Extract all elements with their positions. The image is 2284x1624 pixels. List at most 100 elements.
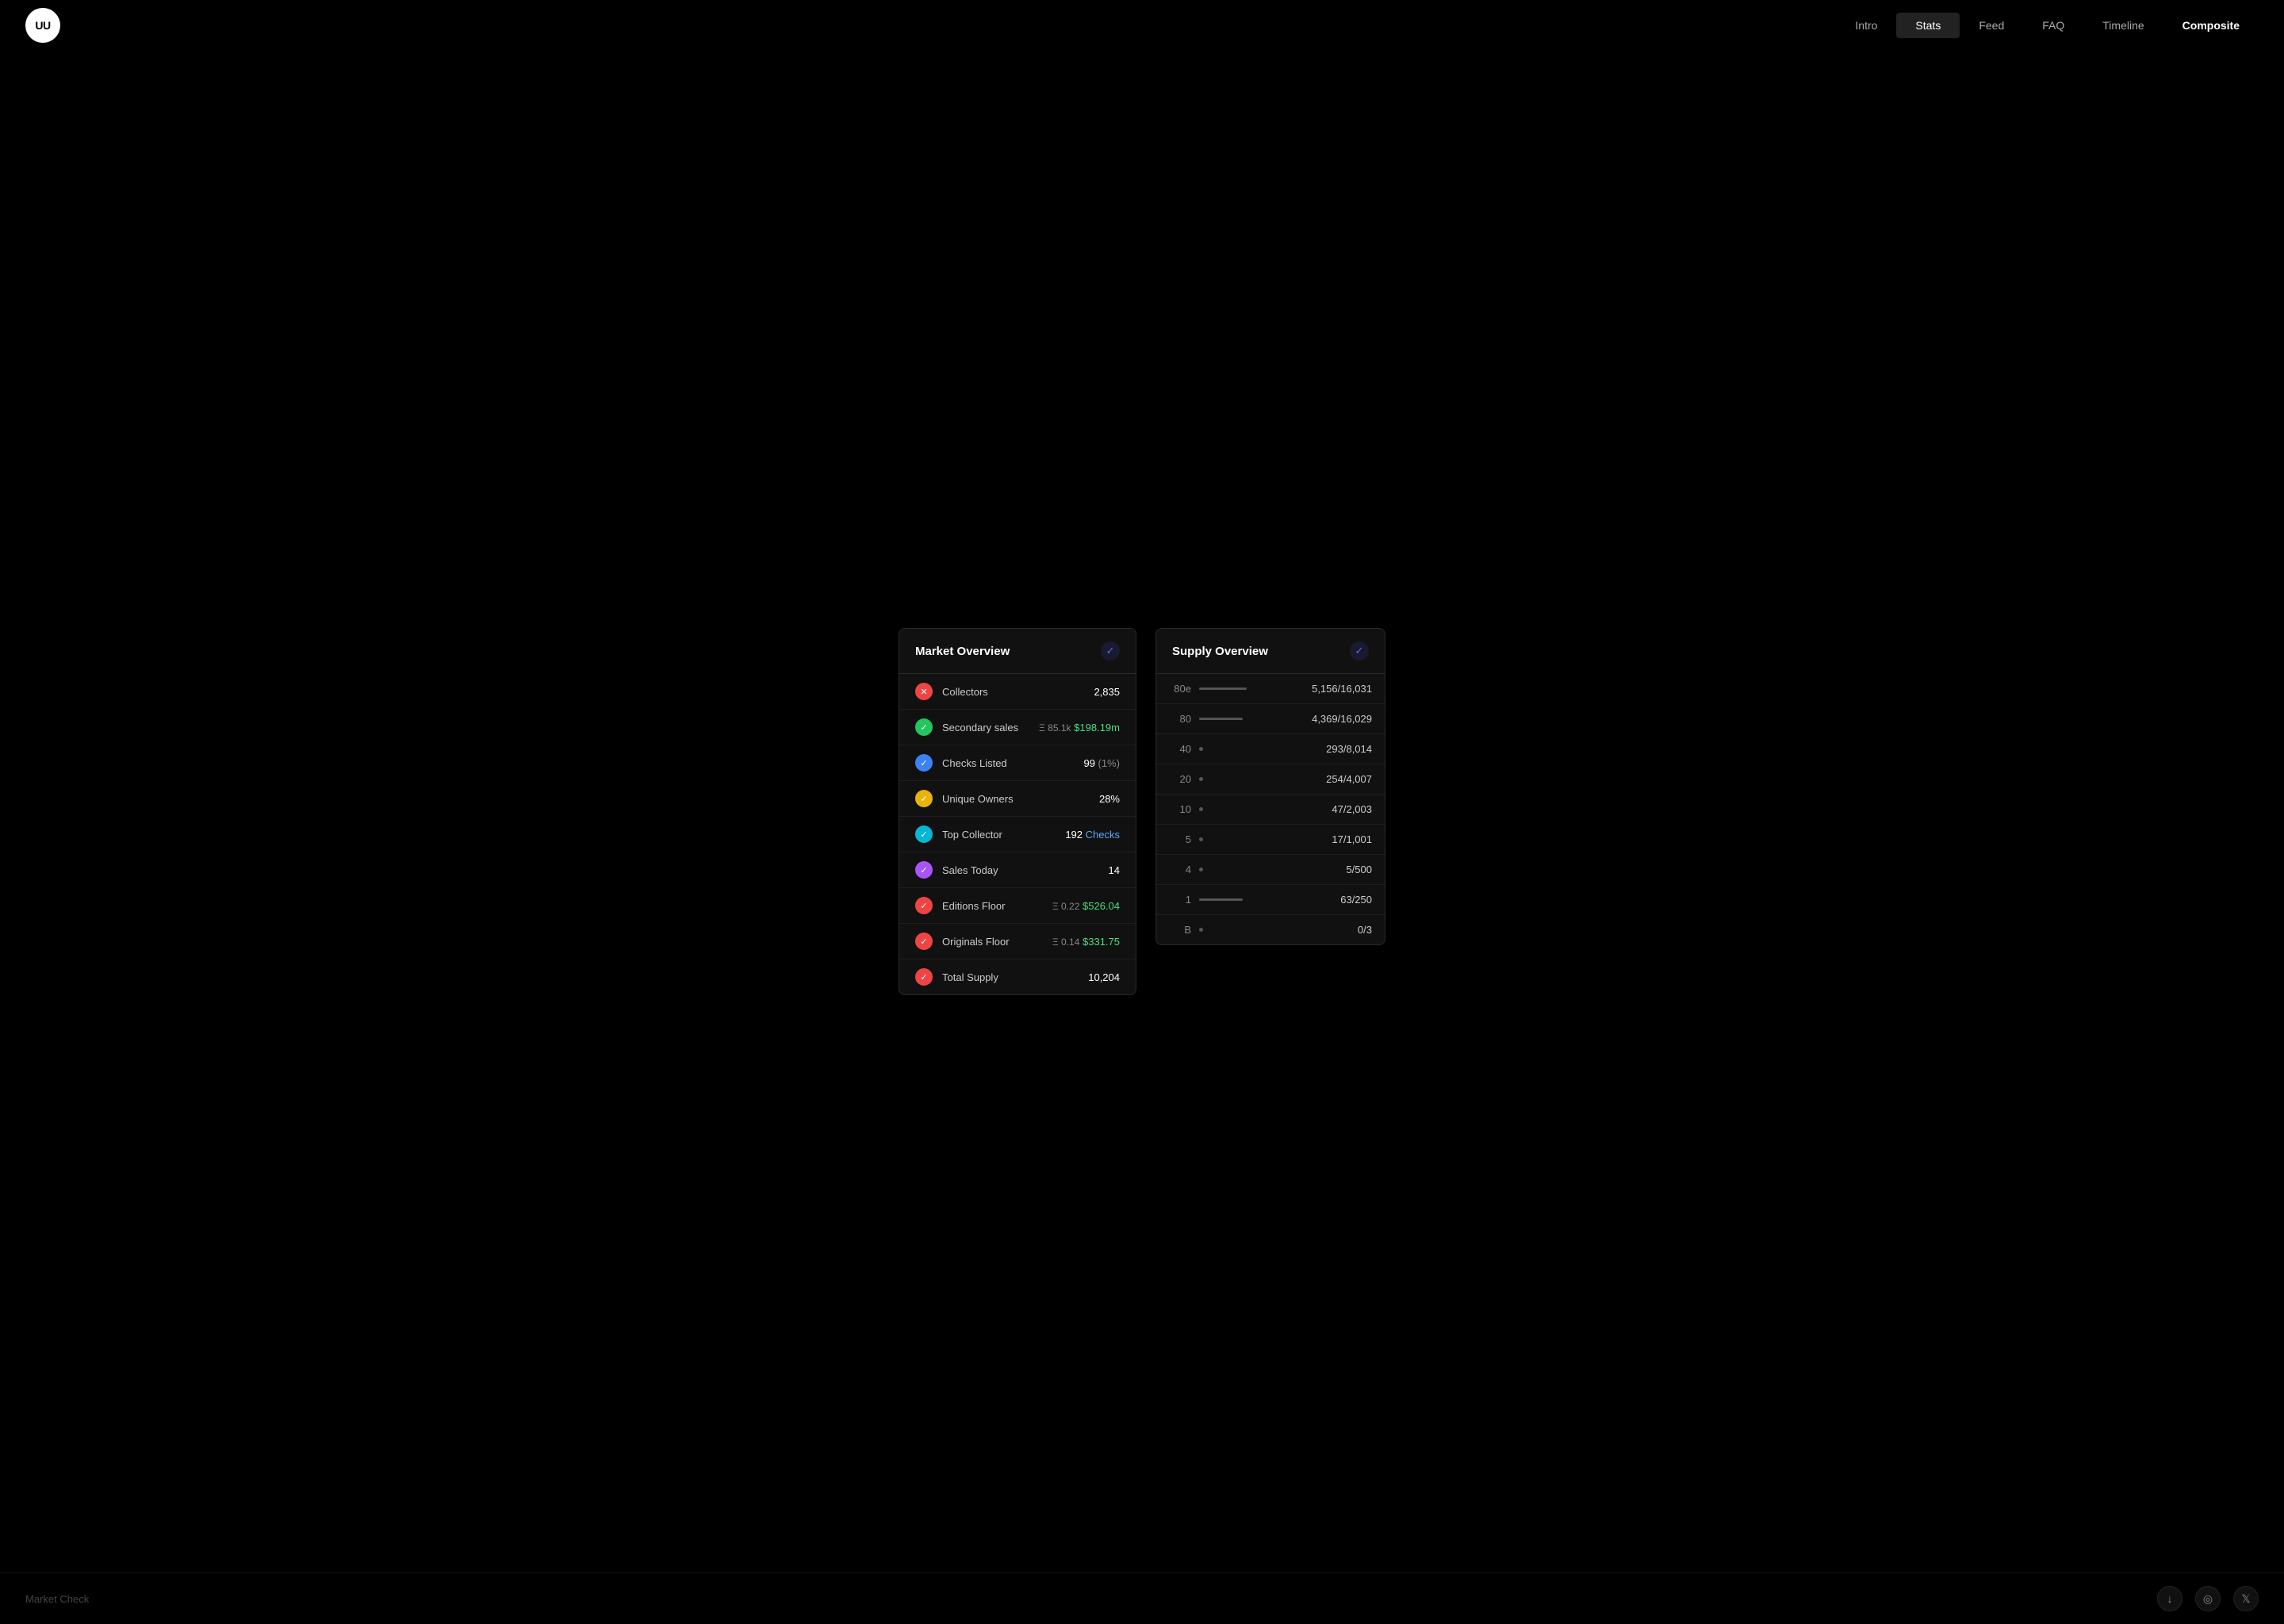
supply-edition-6: 4 [1169,864,1191,875]
market-row-label-2: Checks Listed [942,757,1074,769]
supply-bar-wrapper-6 [1199,868,1293,871]
nav-link-intro[interactable]: Intro [1836,13,1896,38]
supply-bar-wrapper-8 [1199,928,1293,932]
main-content: Market Overview ✓ ✕Collectors2,835 ✓ Secon… [0,51,2284,1572]
opensea-icon[interactable]: ◎ [2195,1586,2221,1611]
market-row-value-4: 192 Checks [1065,829,1120,841]
supply-dot-6 [1199,868,1203,871]
twitter-icon[interactable]: 𝕏 [2233,1586,2259,1611]
market-row-label-6: Editions Floor [942,900,1043,912]
market-verified-badge: ✓ [1101,642,1120,661]
footer-icons: ↓ ◎ 𝕏 [2157,1586,2259,1611]
market-row-label-1: Secondary sales [942,722,1029,733]
market-row-value-2: 99 (1%) [1083,757,1120,769]
supply-dot-3 [1199,777,1203,781]
supply-edition-8: B [1169,924,1191,936]
supply-row-8: B 0/3 [1156,915,1385,944]
market-overview-header: Market Overview ✓ [899,629,1136,674]
supply-verified-badge: ✓ [1350,642,1369,661]
supply-edition-2: 40 [1169,743,1191,755]
market-row-icon-4: ✓ [915,825,933,843]
supply-row-1: 804,369/16,029 [1156,704,1385,734]
market-row-icon-5: ✓ [915,861,933,879]
market-row-7: ✓ Originals Floor Ξ 0.14 $331.75 [899,924,1136,959]
supply-row-7: 1 63/250 [1156,885,1385,915]
supply-dot-2 [1199,747,1203,751]
nav-link-composite[interactable]: Composite [2163,13,2259,38]
supply-dot-4 [1199,807,1203,811]
supply-value-3: 254/4,007 [1301,773,1372,785]
supply-value-0: 5,156/16,031 [1301,683,1372,695]
supply-row-2: 40 293/8,014 [1156,734,1385,764]
market-row-value-3: 28% [1099,793,1120,805]
supply-overview-header: Supply Overview ✓ [1156,629,1385,674]
supply-value-4: 47/2,003 [1301,803,1372,815]
supply-overview-card: Supply Overview ✓ 80e 5,156/16,031 804,369… [1155,628,1385,945]
market-overview-title: Market Overview [915,645,1010,658]
market-verified-icon: ✓ [1106,645,1115,657]
supply-row-4: 10 47/2,003 [1156,795,1385,825]
market-row-value-8: 10,204 [1088,971,1120,983]
market-row-value-6: Ξ 0.22 $526.04 [1052,900,1120,912]
market-row-label-3: Unique Owners [942,793,1090,805]
supply-value-8: 0/3 [1301,924,1372,936]
market-row-label-7: Originals Floor [942,936,1043,948]
market-row-value-7: Ξ 0.14 $331.75 [1052,936,1120,948]
market-row-6: ✓ Editions Floor Ξ 0.22 $526.04 [899,888,1136,924]
supply-verified-icon: ✓ [1355,645,1364,657]
nav-link-stats[interactable]: Stats [1896,13,1960,38]
supply-bar-wrapper-2 [1199,747,1293,751]
market-rows: ✕Collectors2,835✓Secondary salesΞ 85.1k … [899,674,1136,994]
supply-bar-7 [1199,898,1243,901]
market-overview-card: Market Overview ✓ ✕Collectors2,835 ✓ Secon… [899,628,1136,995]
supply-row-0: 80e 5,156/16,031 [1156,674,1385,704]
supply-overview-title: Supply Overview [1172,645,1268,658]
footer: Market Check ↓ ◎ 𝕏 [0,1572,2284,1624]
supply-row-3: 20 254/4,007 [1156,764,1385,795]
supply-bar-1 [1199,718,1243,720]
market-row-label-5: Sales Today [942,864,1099,876]
logo[interactable]: UU [25,8,60,43]
supply-edition-5: 5 [1169,833,1191,845]
supply-bar-wrapper-0 [1199,688,1293,690]
cards-wrapper: Market Overview ✓ ✕Collectors2,835 ✓ Secon… [899,628,1385,995]
supply-bar-wrapper-7 [1199,898,1293,901]
supply-value-6: 5/500 [1301,864,1372,875]
market-row-3: ✓ Unique Owners 28% [899,781,1136,817]
download-icon[interactable]: ↓ [2157,1586,2182,1611]
supply-dot-5 [1199,837,1203,841]
supply-bar-wrapper-3 [1199,777,1293,781]
market-row-icon-7: ✓ [915,933,933,950]
supply-edition-3: 20 [1169,773,1191,785]
market-row-icon-1: ✓ [915,718,933,736]
supply-edition-7: 1 [1169,894,1191,906]
market-row-value-0: 2,835 [1094,686,1120,698]
market-row-label-8: Total Supply [942,971,1079,983]
supply-bar-wrapper-4 [1199,807,1293,811]
supply-row-5: 5 17/1,001 [1156,825,1385,855]
nav-links: IntroStatsFeedFAQTimelineComposite [1836,13,2259,38]
market-row-value-5: 14 [1109,864,1120,876]
market-row-icon-2: ✓ [915,754,933,772]
market-row-icon-8: ✓ [915,968,933,986]
market-row-icon-6: ✓ [915,897,933,914]
market-row-1: ✓Secondary salesΞ 85.1k $198.19m [899,710,1136,745]
navigation: UU IntroStatsFeedFAQTimelineComposite [0,0,2284,51]
supply-bar-0 [1199,688,1247,690]
supply-value-2: 293/8,014 [1301,743,1372,755]
market-row-icon-0: ✕ [915,683,933,700]
supply-edition-0: 80e [1169,683,1191,695]
supply-edition-4: 10 [1169,803,1191,815]
nav-link-feed[interactable]: Feed [1960,13,2023,38]
supply-value-1: 4,369/16,029 [1301,713,1372,725]
nav-link-faq[interactable]: FAQ [2023,13,2083,38]
market-row-8: ✓ Total Supply 10,204 [899,959,1136,994]
market-row-0: ✕Collectors2,835 [899,674,1136,710]
nav-link-timeline[interactable]: Timeline [2083,13,2163,38]
footer-brand: Market Check [25,1593,89,1605]
supply-rows: 80e 5,156/16,031 804,369/16,029 40 293/8,014… [1156,674,1385,944]
supply-value-5: 17/1,001 [1301,833,1372,845]
supply-row-6: 4 5/500 [1156,855,1385,885]
market-row-icon-3: ✓ [915,790,933,807]
supply-value-7: 63/250 [1301,894,1372,906]
